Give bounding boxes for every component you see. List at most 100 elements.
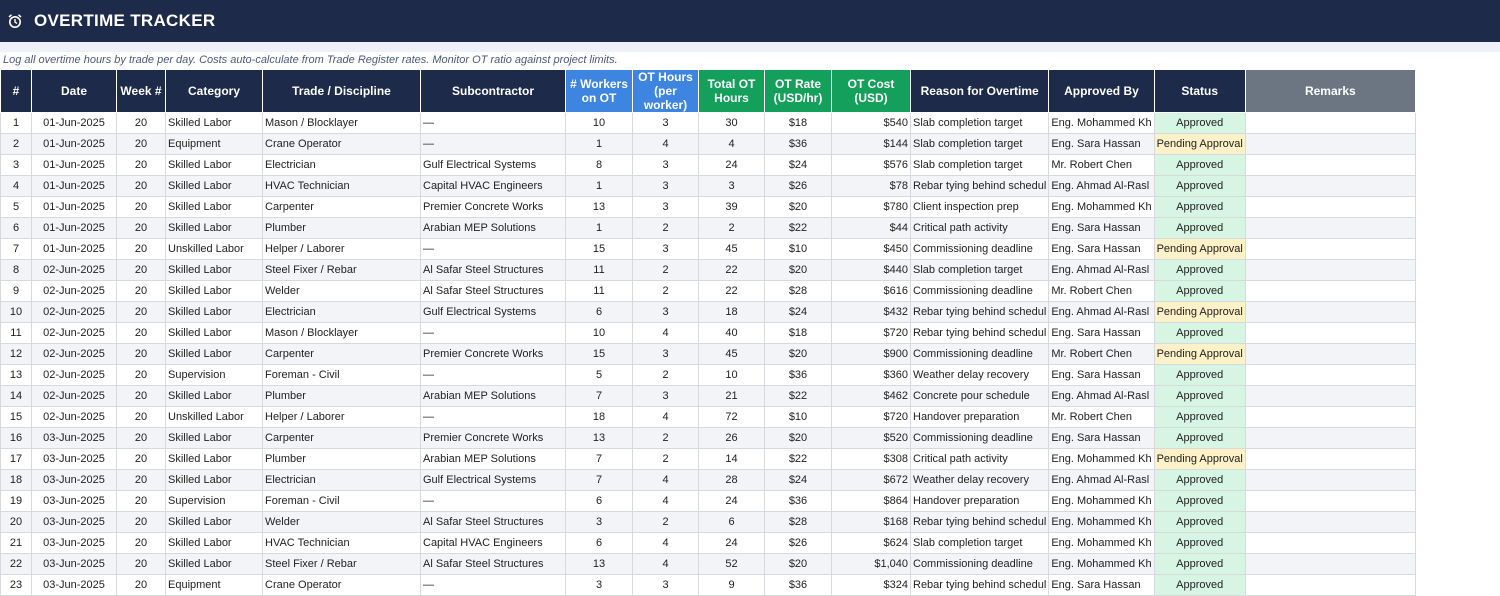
approved-by-cell[interactable]: Eng. Sara Hassan bbox=[1048, 322, 1155, 344]
workers-cell[interactable]: 7 bbox=[565, 469, 633, 491]
reason-cell[interactable]: Slab completion target bbox=[909, 112, 1050, 134]
status-cell[interactable]: Approved bbox=[1153, 553, 1246, 575]
week-cell[interactable]: 20 bbox=[116, 427, 166, 449]
table-row[interactable]: 1 01-Jun-2025 20 Skilled Labor Mason / Block… bbox=[0, 112, 1416, 134]
remarks-cell[interactable] bbox=[1244, 259, 1416, 281]
remarks-cell[interactable] bbox=[1244, 301, 1416, 323]
ot-cost-cell[interactable]: $450 bbox=[831, 238, 911, 260]
ot-cost-cell[interactable]: $308 bbox=[831, 448, 911, 470]
workers-cell[interactable]: 13 bbox=[565, 427, 633, 449]
ot-cost-cell[interactable]: $432 bbox=[831, 301, 911, 323]
reason-cell[interactable]: Concrete pour schedule bbox=[909, 385, 1050, 407]
category-cell[interactable]: Equipment bbox=[165, 133, 263, 155]
table-row[interactable]: 20 03-Jun-2025 20 Skilled Labor Welder Al Saf… bbox=[0, 511, 1416, 533]
ot-rate-cell[interactable]: $20 bbox=[764, 553, 832, 575]
row-number[interactable]: 16 bbox=[0, 427, 32, 449]
column-header[interactable]: Category bbox=[165, 69, 263, 113]
subcontractor-cell[interactable]: Premier Concrete Works bbox=[420, 196, 566, 218]
category-cell[interactable]: Skilled Labor bbox=[165, 553, 263, 575]
subcontractor-cell[interactable]: Arabian MEP Solutions bbox=[420, 385, 566, 407]
total-ot-hours-cell[interactable]: 24 bbox=[698, 154, 765, 176]
workers-cell[interactable]: 5 bbox=[565, 364, 633, 386]
column-header[interactable]: OT Cost (USD) bbox=[831, 69, 911, 113]
week-cell[interactable]: 20 bbox=[116, 280, 166, 302]
ot-cost-cell[interactable]: $360 bbox=[831, 364, 911, 386]
approved-by-cell[interactable]: Eng. Mohammed Kh bbox=[1048, 448, 1155, 470]
status-cell[interactable]: Approved bbox=[1153, 196, 1246, 218]
date-cell[interactable]: 01-Jun-2025 bbox=[31, 133, 117, 155]
ot-rate-cell[interactable]: $20 bbox=[764, 259, 832, 281]
week-cell[interactable]: 20 bbox=[116, 343, 166, 365]
reason-cell[interactable]: Rebar tying behind schedul bbox=[909, 322, 1050, 344]
row-number[interactable]: 14 bbox=[0, 385, 32, 407]
column-header[interactable]: Subcontractor bbox=[420, 69, 566, 113]
date-cell[interactable]: 01-Jun-2025 bbox=[31, 196, 117, 218]
total-ot-hours-cell[interactable]: 4 bbox=[698, 133, 765, 155]
table-row[interactable]: 8 02-Jun-2025 20 Skilled Labor Steel Fixer /… bbox=[0, 259, 1416, 281]
remarks-cell[interactable] bbox=[1244, 238, 1416, 260]
category-cell[interactable]: Skilled Labor bbox=[165, 343, 263, 365]
remarks-cell[interactable] bbox=[1244, 511, 1416, 533]
table-row[interactable]: 14 02-Jun-2025 20 Skilled Labor Plumber Arabi… bbox=[0, 385, 1416, 407]
ot-cost-cell[interactable]: $324 bbox=[831, 574, 911, 596]
trade-cell[interactable]: HVAC Technician bbox=[262, 532, 421, 554]
date-cell[interactable]: 03-Jun-2025 bbox=[31, 448, 117, 470]
column-header[interactable]: Status bbox=[1153, 69, 1246, 113]
reason-cell[interactable]: Weather delay recovery bbox=[909, 469, 1050, 491]
approved-by-cell[interactable]: Eng. Sara Hassan bbox=[1048, 427, 1155, 449]
ot-hours-cell[interactable]: 4 bbox=[632, 553, 699, 575]
row-number[interactable]: 23 bbox=[0, 574, 32, 596]
approved-by-cell[interactable]: Eng. Ahmad Al-Rasl bbox=[1048, 175, 1155, 197]
table-row[interactable]: 3 01-Jun-2025 20 Skilled Labor Electrician Gu… bbox=[0, 154, 1416, 176]
workers-cell[interactable]: 6 bbox=[565, 490, 633, 512]
week-cell[interactable]: 20 bbox=[116, 154, 166, 176]
ot-hours-cell[interactable]: 2 bbox=[632, 280, 699, 302]
subcontractor-cell[interactable]: — bbox=[420, 574, 566, 596]
category-cell[interactable]: Equipment bbox=[165, 574, 263, 596]
subcontractor-cell[interactable]: Al Safar Steel Structures bbox=[420, 553, 566, 575]
date-cell[interactable]: 03-Jun-2025 bbox=[31, 427, 117, 449]
trade-cell[interactable]: Electrician bbox=[262, 154, 421, 176]
total-ot-hours-cell[interactable]: 24 bbox=[698, 490, 765, 512]
ot-hours-cell[interactable]: 3 bbox=[632, 196, 699, 218]
approved-by-cell[interactable]: Eng. Sara Hassan bbox=[1048, 238, 1155, 260]
workers-cell[interactable]: 15 bbox=[565, 238, 633, 260]
row-number[interactable]: 19 bbox=[0, 490, 32, 512]
approved-by-cell[interactable]: Eng. Sara Hassan bbox=[1048, 364, 1155, 386]
workers-cell[interactable]: 1 bbox=[565, 217, 633, 239]
status-cell[interactable]: Approved bbox=[1153, 322, 1246, 344]
category-cell[interactable]: Skilled Labor bbox=[165, 385, 263, 407]
total-ot-hours-cell[interactable]: 18 bbox=[698, 301, 765, 323]
date-cell[interactable]: 02-Jun-2025 bbox=[31, 322, 117, 344]
remarks-cell[interactable] bbox=[1244, 385, 1416, 407]
workers-cell[interactable]: 18 bbox=[565, 406, 633, 428]
trade-cell[interactable]: Helper / Laborer bbox=[262, 238, 421, 260]
approved-by-cell[interactable]: Eng. Mohammed Kh bbox=[1048, 511, 1155, 533]
category-cell[interactable]: Skilled Labor bbox=[165, 112, 263, 134]
remarks-cell[interactable] bbox=[1244, 406, 1416, 428]
workers-cell[interactable]: 13 bbox=[565, 196, 633, 218]
week-cell[interactable]: 20 bbox=[116, 238, 166, 260]
ot-hours-cell[interactable]: 2 bbox=[632, 259, 699, 281]
ot-hours-cell[interactable]: 3 bbox=[632, 112, 699, 134]
workers-cell[interactable]: 11 bbox=[565, 280, 633, 302]
approved-by-cell[interactable]: Mr. Robert Chen bbox=[1048, 406, 1155, 428]
ot-rate-cell[interactable]: $26 bbox=[764, 532, 832, 554]
remarks-cell[interactable] bbox=[1244, 217, 1416, 239]
week-cell[interactable]: 20 bbox=[116, 259, 166, 281]
workers-cell[interactable]: 11 bbox=[565, 259, 633, 281]
row-number[interactable]: 1 bbox=[0, 112, 32, 134]
ot-rate-cell[interactable]: $10 bbox=[764, 238, 832, 260]
ot-rate-cell[interactable]: $36 bbox=[764, 490, 832, 512]
subcontractor-cell[interactable]: — bbox=[420, 490, 566, 512]
remarks-cell[interactable] bbox=[1244, 343, 1416, 365]
approved-by-cell[interactable]: Eng. Mohammed Kh bbox=[1048, 196, 1155, 218]
category-cell[interactable]: Skilled Labor bbox=[165, 532, 263, 554]
ot-hours-cell[interactable]: 3 bbox=[632, 238, 699, 260]
remarks-cell[interactable] bbox=[1244, 448, 1416, 470]
category-cell[interactable]: Skilled Labor bbox=[165, 196, 263, 218]
week-cell[interactable]: 20 bbox=[116, 217, 166, 239]
remarks-cell[interactable] bbox=[1244, 427, 1416, 449]
reason-cell[interactable]: Commissioning deadline bbox=[909, 553, 1050, 575]
table-row[interactable]: 21 03-Jun-2025 20 Skilled Labor HVAC Technic… bbox=[0, 532, 1416, 554]
